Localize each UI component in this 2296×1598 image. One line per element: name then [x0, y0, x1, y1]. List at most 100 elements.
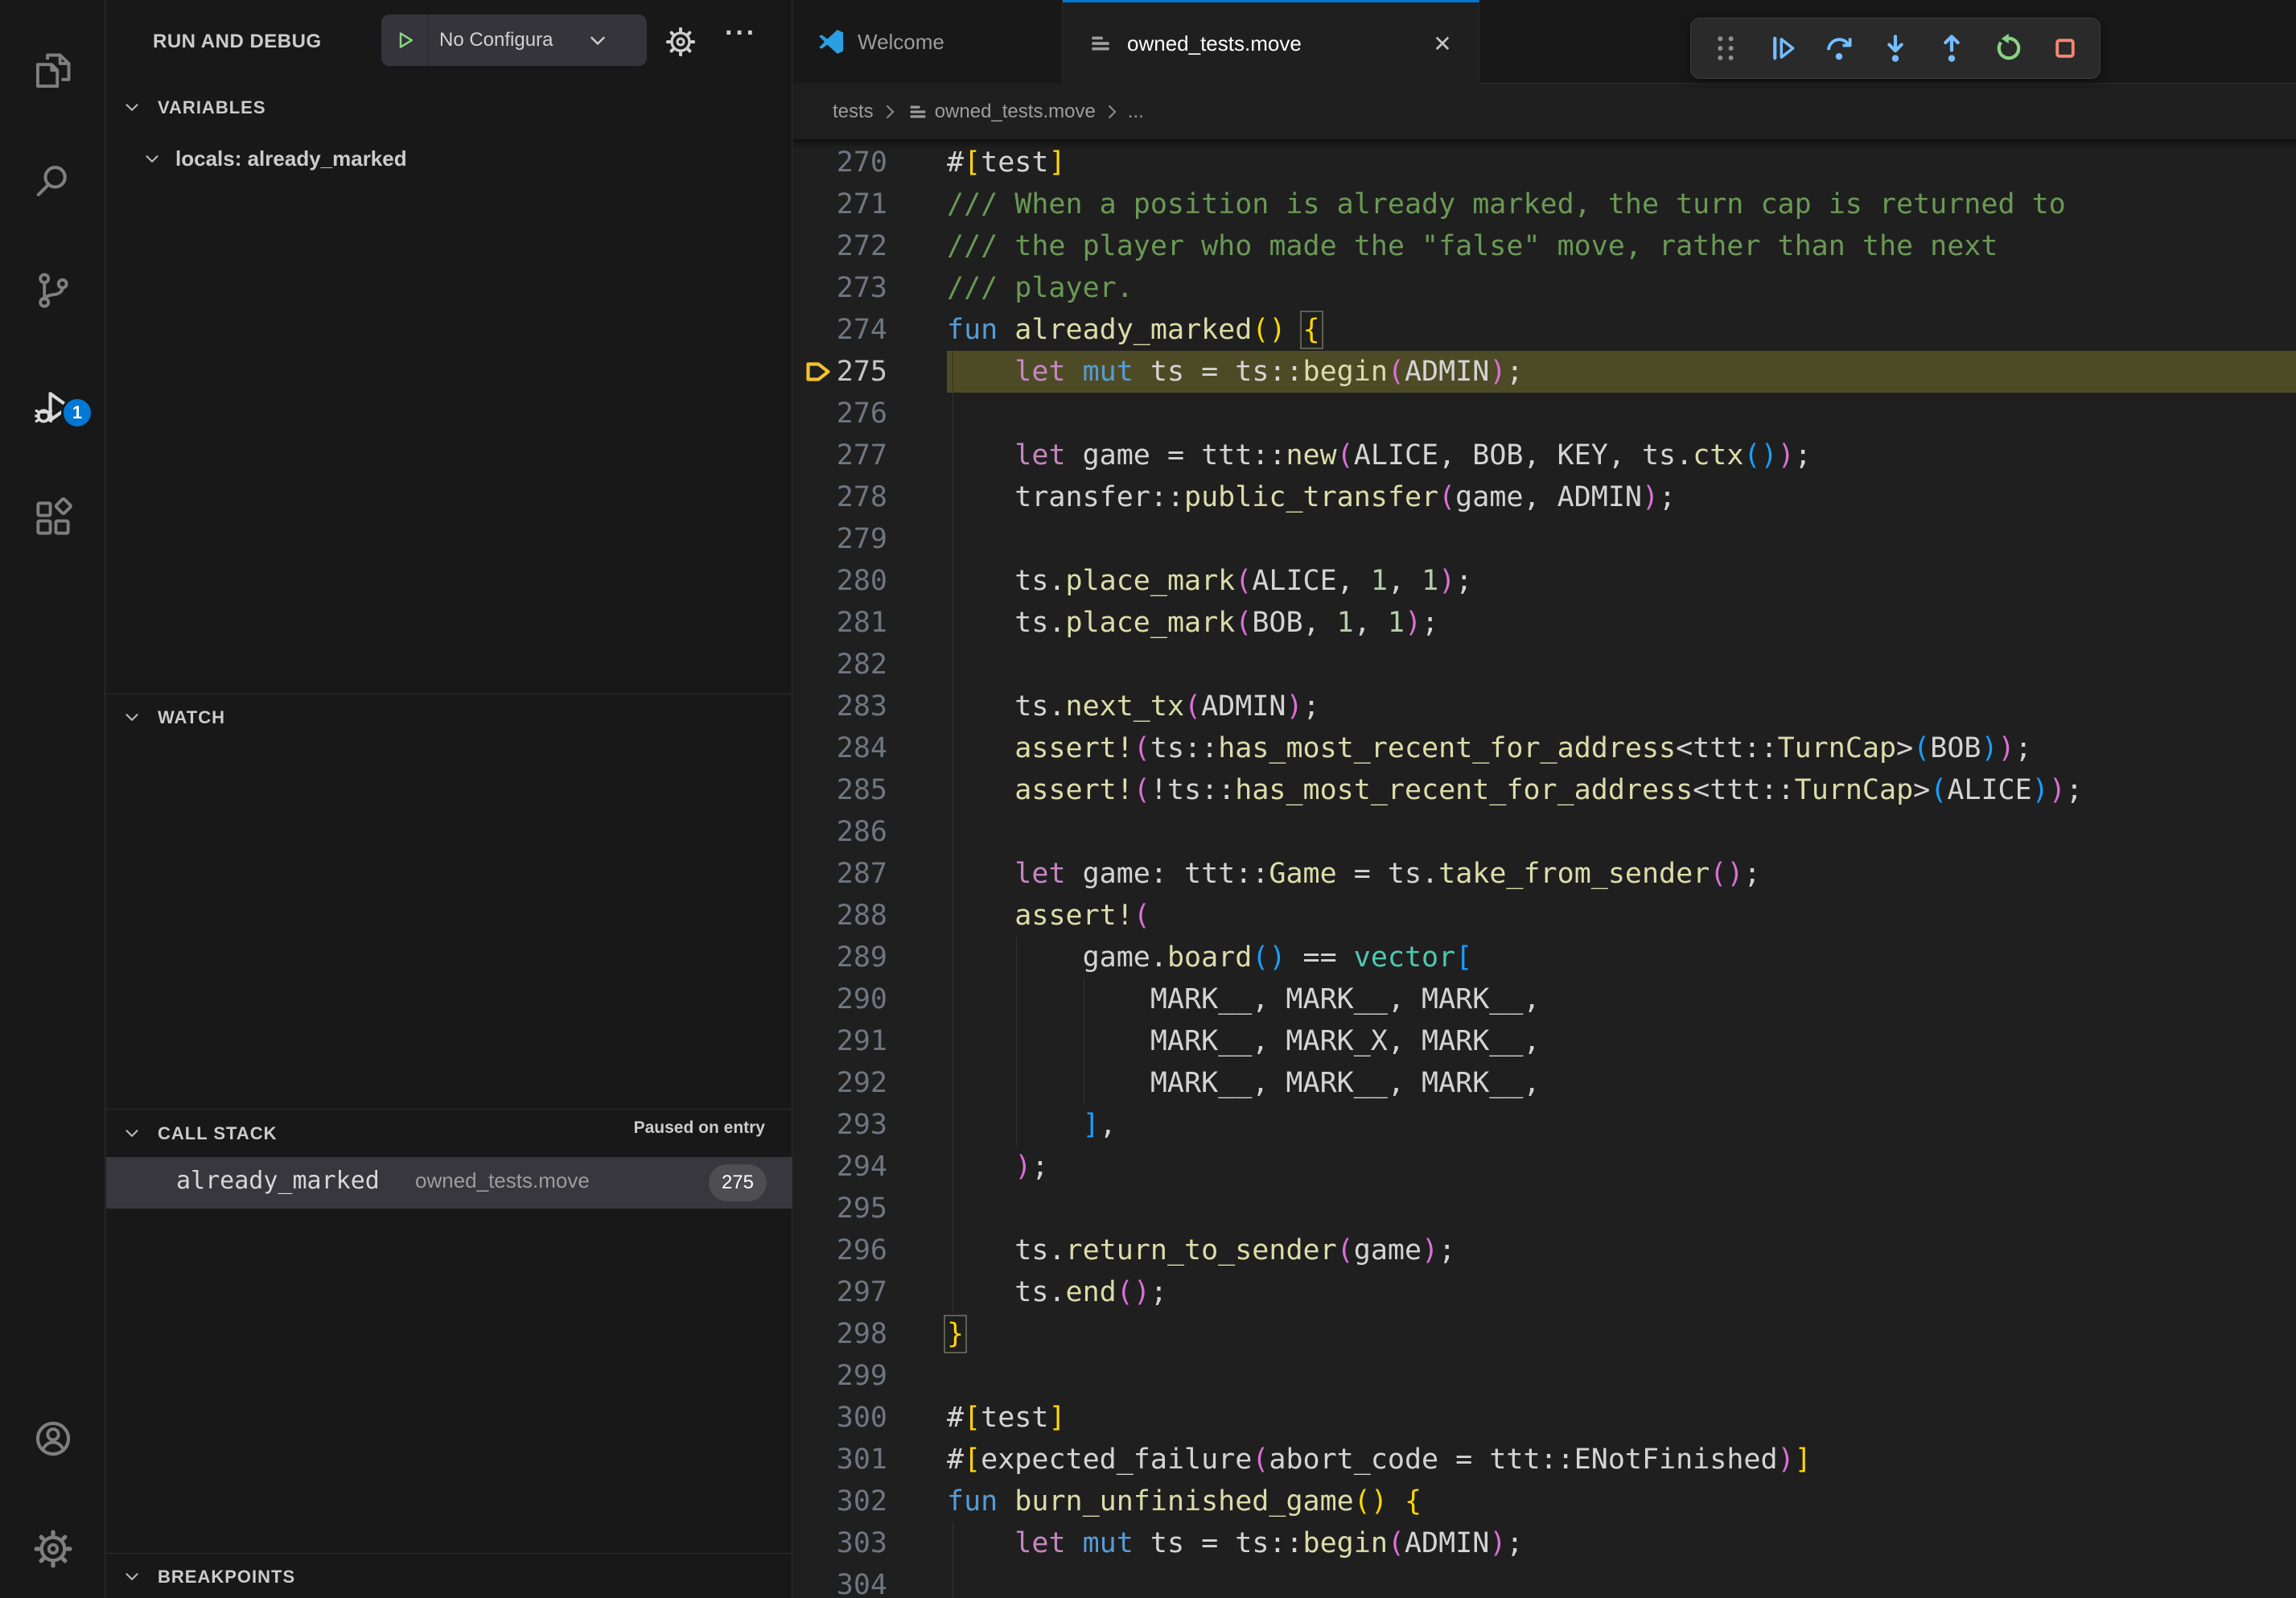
extensions-icon[interactable] — [0, 481, 105, 555]
move-file-icon — [1087, 30, 1114, 57]
line-number[interactable]: 300 — [793, 1397, 887, 1439]
breadcrumb-file[interactable]: owned_tests.move — [935, 101, 1096, 123]
more-actions-icon[interactable]: ··· — [725, 18, 762, 55]
toolbar-drag-gripper-icon[interactable] — [1703, 26, 1748, 71]
tab-label: owned_tests.move — [1127, 31, 1302, 56]
variables-section-header[interactable]: VARIABLES — [158, 97, 266, 118]
start-debug-icon[interactable] — [381, 14, 428, 66]
line-number[interactable]: 279 — [793, 518, 887, 560]
code-line[interactable]: #[expected_failure(abort_code = ttt::ENo… — [947, 1439, 1812, 1481]
code-line[interactable]: ); — [947, 1146, 1048, 1188]
tab-owned-tests-move[interactable]: owned_tests.move ✕ — [1063, 0, 1479, 84]
line-number[interactable]: 293 — [793, 1104, 887, 1146]
debug-settings-gear-icon[interactable] — [665, 26, 697, 58]
code-line[interactable]: game.board() == vector[ — [947, 937, 1472, 978]
code-line[interactable]: let mut ts = ts::begin(ADMIN); — [947, 1522, 1523, 1564]
code-line[interactable]: fun already_marked() { — [947, 309, 1320, 351]
breadcrumb-symbol[interactable]: ... — [1128, 101, 1144, 123]
call-stack-section-header[interactable]: CALL STACK — [158, 1123, 278, 1144]
line-number[interactable]: 303 — [793, 1522, 887, 1564]
code-line[interactable]: MARK__, MARK__, MARK__, — [947, 1062, 1541, 1104]
line-number[interactable]: 277 — [793, 435, 887, 476]
line-number[interactable]: 290 — [793, 978, 887, 1020]
step-into-button[interactable] — [1873, 26, 1918, 71]
line-number[interactable]: 286 — [793, 811, 887, 853]
line-number[interactable]: 287 — [793, 853, 887, 895]
line-number[interactable]: 271 — [793, 183, 887, 225]
line-number[interactable]: 302 — [793, 1481, 887, 1522]
code-line[interactable]: ts.end(); — [947, 1271, 1167, 1313]
restart-button[interactable] — [1986, 26, 2031, 71]
search-icon[interactable] — [0, 144, 105, 218]
explorer-icon[interactable] — [0, 34, 105, 108]
step-out-button[interactable] — [1929, 26, 1974, 71]
line-number[interactable]: 280 — [793, 560, 887, 602]
line-number[interactable]: 273 — [793, 267, 887, 309]
line-number[interactable]: 298 — [793, 1313, 887, 1355]
breadcrumb-tests[interactable]: tests — [833, 101, 874, 123]
line-number[interactable]: 299 — [793, 1355, 887, 1397]
code-line[interactable]: ts.place_mark(ALICE, 1, 1); — [947, 560, 1472, 602]
code-line[interactable]: assert!( — [947, 895, 1150, 937]
debug-config-dropdown[interactable]: No Configura — [381, 14, 647, 66]
code-line[interactable]: #[test] — [947, 142, 1066, 183]
line-number[interactable]: 288 — [793, 895, 887, 937]
run-and-debug-icon[interactable]: 1 — [0, 371, 105, 445]
stop-button[interactable] — [2043, 26, 2088, 71]
code-line[interactable]: assert!(!ts::has_most_recent_for_address… — [947, 769, 2083, 811]
code-line[interactable]: transfer::public_transfer(game, ADMIN); — [947, 476, 1676, 518]
line-number[interactable]: 284 — [793, 727, 887, 769]
code-line[interactable]: } — [947, 1313, 964, 1355]
code-line[interactable]: /// the player who made the "false" move… — [947, 225, 1998, 267]
line-number[interactable]: 285 — [793, 769, 887, 811]
code-line[interactable]: ts.next_tx(ADMIN); — [947, 686, 1320, 727]
line-number[interactable]: 292 — [793, 1062, 887, 1104]
debug-badge: 1 — [61, 397, 93, 429]
watch-section-header[interactable]: WATCH — [158, 707, 225, 728]
close-icon[interactable]: ✕ — [1430, 31, 1455, 56]
code-line[interactable]: MARK__, MARK__, MARK__, — [947, 978, 1541, 1020]
tab-welcome[interactable]: Welcome — [793, 0, 1063, 84]
line-number[interactable]: 294 — [793, 1146, 887, 1188]
code-line[interactable]: ts.place_mark(BOB, 1, 1); — [947, 602, 1438, 644]
line-number[interactable]: 296 — [793, 1229, 887, 1271]
continue-button[interactable] — [1759, 26, 1804, 71]
code-editor[interactable]: 270 #[test] 271 /// When a position is alre… — [793, 139, 2296, 1598]
run-and-debug-sidebar: RUN AND DEBUG No Configura ··· VARIABLES… — [106, 0, 792, 1598]
line-number[interactable]: 295 — [793, 1188, 887, 1229]
code-line[interactable]: ], — [947, 1104, 1117, 1146]
source-control-icon[interactable] — [0, 253, 105, 327]
code-line[interactable]: /// When a position is already marked, t… — [947, 183, 2066, 225]
line-number[interactable]: 304 — [793, 1564, 887, 1598]
variables-locals-row[interactable]: locals: already_marked — [106, 142, 792, 179]
chevron-right-icon — [878, 101, 901, 123]
step-over-button[interactable] — [1817, 26, 1862, 71]
code-line[interactable]: /// player. — [947, 267, 1134, 309]
line-number[interactable]: 274 — [793, 309, 887, 351]
line-number[interactable]: 276 — [793, 393, 887, 435]
line-number[interactable]: 291 — [793, 1020, 887, 1062]
line-number[interactable]: 272 — [793, 225, 887, 267]
line-number[interactable]: 282 — [793, 644, 887, 686]
code-line[interactable]: MARK__, MARK_X, MARK__, — [947, 1020, 1541, 1062]
breakpoints-section-header[interactable]: BREAKPOINTS — [158, 1567, 295, 1588]
code-line[interactable]: let mut ts = ts::begin(ADMIN); — [947, 351, 1523, 393]
settings-gear-icon[interactable] — [0, 1512, 105, 1586]
code-line[interactable]: fun burn_unfinished_game() { — [947, 1481, 1422, 1522]
line-number[interactable]: 270 — [793, 142, 887, 183]
line-number[interactable]: 301 — [793, 1439, 887, 1481]
accounts-icon[interactable] — [0, 1402, 105, 1476]
code-line[interactable]: ts.return_to_sender(game); — [947, 1229, 1455, 1271]
line-number[interactable]: 283 — [793, 686, 887, 727]
line-number[interactable]: 297 — [793, 1271, 887, 1313]
code-line[interactable]: let game = ttt::new(ALICE, BOB, KEY, ts.… — [947, 435, 1812, 476]
line-number[interactable]: 289 — [793, 937, 887, 978]
code-line[interactable]: #[test] — [947, 1397, 1066, 1439]
chevron-down-icon — [142, 148, 163, 169]
line-number[interactable]: 281 — [793, 602, 887, 644]
line-number[interactable]: 278 — [793, 476, 887, 518]
debug-toolbar — [1690, 18, 2101, 79]
code-line[interactable]: assert!(ts::has_most_recent_for_address<… — [947, 727, 2032, 769]
code-line[interactable]: let game: ttt::Game = ts.take_from_sende… — [947, 853, 1761, 895]
call-stack-frame-row[interactable]: already_marked owned_tests.move 275 — [106, 1157, 792, 1209]
